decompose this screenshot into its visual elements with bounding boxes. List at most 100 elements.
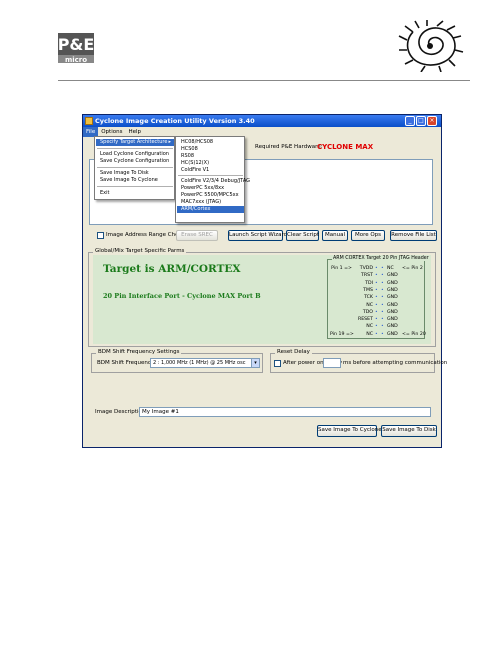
arch-item[interactable]: ColdFire V1 xyxy=(177,167,244,174)
pin-left-label: Pin 19 => xyxy=(330,331,354,337)
arch-item[interactable]: HCS08 xyxy=(177,146,244,153)
pin-dot-icon: • xyxy=(381,324,384,330)
menu-separator xyxy=(97,167,173,168)
pin-row: Pin 19 => NC • • GND <= Pin 20 xyxy=(330,331,426,338)
pin-dot-icon: • xyxy=(375,287,378,293)
image-address-checkbox[interactable] xyxy=(97,232,104,239)
maximize-button[interactable]: □ xyxy=(416,116,426,126)
pin-signal-right: GND xyxy=(387,302,398,308)
minimize-button[interactable]: _ xyxy=(405,116,415,126)
arch-item[interactable]: HC08/HCS08 xyxy=(177,139,244,146)
pin-signal-right: NC xyxy=(387,266,394,271)
header-divider xyxy=(58,80,470,81)
pin-signal-right: GND xyxy=(387,324,398,330)
submenu-arrow-icon: ▸ xyxy=(168,139,171,145)
bdm-freq-select[interactable]: 2 : 1,000 MHz (1 MHz) @ 25 MHz osc ▾ xyxy=(150,358,260,368)
required-hardware-label: Required P&E Hardware: xyxy=(255,144,323,150)
bdm-freq-group-label: BDM Shift Frequency Settings xyxy=(96,349,182,355)
target-parms-group-label: Global/Mix Target Specific Parms xyxy=(93,248,187,254)
pin-row: RESET • • GND xyxy=(330,316,424,323)
arch-item[interactable]: ARM/Cortex xyxy=(177,206,244,213)
pin-right-label: <= Pin 2 xyxy=(402,266,423,271)
pin-row: TMS • • GND xyxy=(330,287,424,294)
pin-signal-left: NC xyxy=(366,302,373,308)
pin-signal-right: GND xyxy=(387,331,398,337)
pin-dot-icon: • xyxy=(375,309,378,315)
save-to-disk-button[interactable]: Save Image To Disk xyxy=(381,425,437,437)
pin-row: TDO • • GND xyxy=(330,309,424,316)
save-to-cyclone-button[interactable]: Save Image To Cyclone xyxy=(317,425,382,437)
pin-signal-left: TRST xyxy=(361,273,373,279)
pe-micro-logo: P&E micro xyxy=(58,33,94,64)
target-port: 20 Pin Interface Port - Cyclone MAX Port… xyxy=(103,292,261,300)
pin-right-label: <= Pin 20 xyxy=(402,331,426,337)
menu-save-image-to-cyclone[interactable]: Save Image To Cyclone xyxy=(96,177,174,184)
pin-left-label: Pin 1 => xyxy=(331,266,352,271)
reset-delay-suffix: ms before attempting communication xyxy=(343,360,448,366)
erase-srec-button[interactable]: Erase SREC xyxy=(176,230,218,241)
reset-delay-input[interactable] xyxy=(323,358,341,368)
menu-save-image-to-disk[interactable]: Save Image To Disk xyxy=(96,170,174,177)
window-title: Cyclone Image Creation Utility Version 3… xyxy=(95,117,255,125)
pe-logo-micro: micro xyxy=(65,56,87,63)
clear-script-button[interactable]: Clear Script xyxy=(286,230,319,241)
image-description-input[interactable]: My Image #1 xyxy=(139,407,431,417)
pin-signal-right: GND xyxy=(387,280,398,286)
menu-save-cyclone-config[interactable]: Save Cyclone Configuration xyxy=(96,158,174,165)
pin-signal-left: NC xyxy=(366,331,373,337)
pin-row: NC • • GND xyxy=(330,302,424,309)
file-menu-dropdown: Specify Target Architecture ▸ Load Cyclo… xyxy=(94,136,175,200)
pin-dot-icon: • xyxy=(375,324,378,330)
pin-dot-icon: • xyxy=(375,331,378,337)
manual-button[interactable]: Manual xyxy=(322,230,348,241)
architecture-submenu: HC08/HCS08 HCS08 RS08 HC(S)12(X) ColdFire V1… xyxy=(175,136,250,223)
title-bar[interactable]: Cyclone Image Creation Utility Version 3… xyxy=(83,115,441,127)
pin-row: Pin 1 => TVDD • • NC <= Pin 2 xyxy=(330,265,424,272)
close-button[interactable]: × xyxy=(427,116,437,126)
pin-signal-right: GND xyxy=(387,317,398,323)
pin-signal-left: RESET xyxy=(357,317,373,323)
pin-row: NC • • GND xyxy=(330,323,424,330)
pin-dot-icon: • xyxy=(375,317,378,323)
arch-item[interactable]: ColdFire V2/3/4 Debug/JTAG xyxy=(177,178,250,185)
bdm-freq-label: BDM Shift Frequency: xyxy=(97,360,156,366)
menu-exit[interactable]: Exit xyxy=(96,190,174,197)
pin-dot-icon: • xyxy=(381,287,384,293)
menu-separator xyxy=(178,175,243,176)
pin-signal-right: GND xyxy=(387,295,398,301)
reset-delay-group-label: Reset Delay xyxy=(275,349,312,355)
arch-item[interactable]: HC(S)12(X) xyxy=(177,160,244,167)
pin-row: TDI • • GND xyxy=(330,280,424,287)
pin-signal-right: GND xyxy=(387,309,398,315)
arch-item[interactable]: RS08 xyxy=(177,153,244,160)
remove-file-list-button[interactable]: Remove File List xyxy=(390,230,437,241)
target-info-panel: Target is ARM/CORTEX 20 Pin Interface Po… xyxy=(93,255,431,344)
target-title: Target is ARM/CORTEX xyxy=(103,263,241,275)
pin-signal-right: GND xyxy=(387,287,398,293)
menu-load-cyclone-config[interactable]: Load Cyclone Configuration xyxy=(96,151,174,158)
arch-item[interactable]: PowerPC 5500/MPC5xx xyxy=(177,192,244,199)
pin-dot-icon: • xyxy=(375,280,378,286)
chevron-down-icon[interactable]: ▾ xyxy=(251,359,259,367)
pin-row: TCK • • GND xyxy=(330,294,424,301)
image-address-label: Image Address Range Check xyxy=(106,232,185,238)
pin-row: TRST • • GND xyxy=(330,272,424,279)
pin-signal-left: NC xyxy=(366,324,373,330)
pe-logo-letters: P&E xyxy=(58,35,94,54)
menu-specify-target-label: Specify Target Architecture xyxy=(100,139,168,145)
menu-separator xyxy=(97,148,173,149)
pin-dot-icon: • xyxy=(381,309,384,315)
arch-item[interactable]: MAC7xxx (JTAG) xyxy=(177,199,244,206)
reset-delay-checkbox[interactable] xyxy=(274,360,281,367)
more-ops-button[interactable]: More Ops xyxy=(351,230,385,241)
pin-dot-icon: • xyxy=(381,280,384,286)
launch-script-wizard-button[interactable]: Launch Script Wizard xyxy=(228,230,287,241)
pin-signal-left: TMS xyxy=(363,287,373,293)
menu-specify-target-architecture[interactable]: Specify Target Architecture ▸ xyxy=(96,139,174,146)
pin-dot-icon: • xyxy=(375,302,378,308)
pin-signal-right: GND xyxy=(387,273,398,279)
image-description-value: My Image #1 xyxy=(142,409,179,415)
bdm-freq-value: 2 : 1,000 MHz (1 MHz) @ 25 MHz osc xyxy=(153,360,246,366)
app-icon xyxy=(85,117,93,125)
arch-item[interactable]: PowerPC 5xx/8xx xyxy=(177,185,244,192)
